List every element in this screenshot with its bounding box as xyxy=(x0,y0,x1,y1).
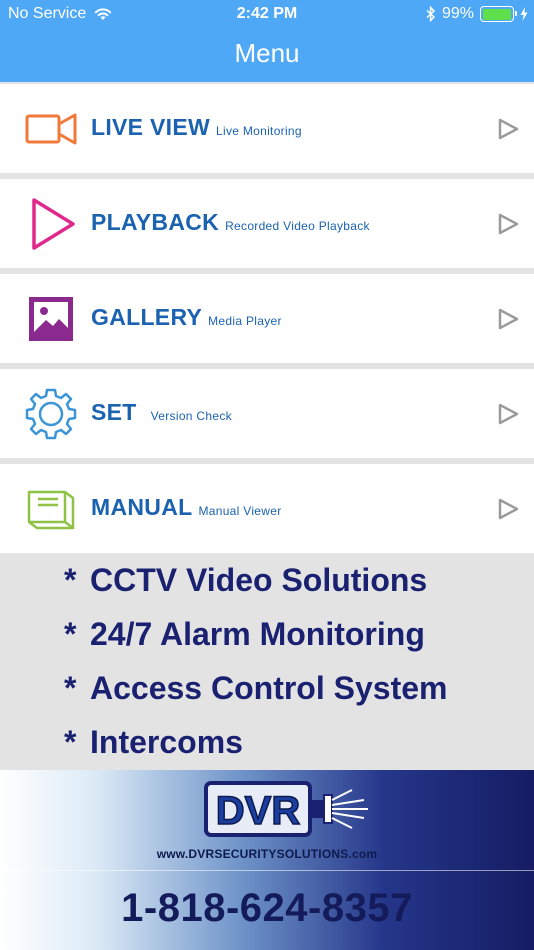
play-arrow-icon xyxy=(498,118,519,140)
menu-item-manual[interactable]: MANUAL Manual Viewer xyxy=(0,464,534,553)
menu-item-label: GALLERY Media Player xyxy=(91,304,282,331)
service-item: * CCTV Video Solutions xyxy=(64,562,428,598)
battery-percent: 99% xyxy=(441,5,474,22)
play-arrow-icon xyxy=(498,403,519,425)
video-camera-icon xyxy=(25,113,77,145)
menu-item-subtitle: Manual Viewer xyxy=(198,504,282,518)
service-item: * Intercoms xyxy=(64,724,243,760)
gear-icon xyxy=(25,388,77,440)
services-panel: * CCTV Video Solutions * 24/7 Alarm Monito… xyxy=(0,556,534,770)
dvr-logo: DVR xyxy=(204,781,368,837)
menu-item-title: LIVE VIEW xyxy=(91,114,210,140)
menu-item-label: LIVE VIEW Live Monitoring xyxy=(91,114,302,141)
status-right: 99% xyxy=(426,5,528,23)
play-icon xyxy=(32,198,75,250)
menu-item-subtitle: Recorded Video Playback xyxy=(225,219,370,233)
menu-item-set[interactable]: SET Version Check xyxy=(0,369,534,458)
battery-icon xyxy=(480,6,517,22)
charging-bolt-icon xyxy=(520,7,528,21)
menu-list: LIVE VIEW Live Monitoring PLAYBACK Recorde… xyxy=(0,84,534,559)
menu-item-label: PLAYBACK Recorded Video Playback xyxy=(91,209,370,236)
menu-item-title: SET xyxy=(91,399,137,425)
service-text: Access Control System xyxy=(90,670,448,706)
service-item: * Access Control System xyxy=(64,670,448,706)
banner-divider xyxy=(0,870,534,871)
app-header: No Service 2:42 PM 99% Menu xyxy=(0,0,534,82)
service-text: CCTV Video Solutions xyxy=(90,562,428,598)
play-arrow-icon xyxy=(498,213,519,235)
menu-item-playback[interactable]: PLAYBACK Recorded Video Playback xyxy=(0,179,534,268)
menu-item-gallery[interactable]: GALLERY Media Player xyxy=(0,274,534,363)
menu-item-subtitle: Live Monitoring xyxy=(216,124,302,138)
gallery-image-icon xyxy=(29,297,73,341)
play-arrow-icon xyxy=(498,308,519,330)
play-arrow-icon xyxy=(498,498,519,520)
company-banner[interactable]: DVR www.DVRSECURITYSOLUTIONS.com 1-818-6… xyxy=(0,770,534,950)
service-text: 24/7 Alarm Monitoring xyxy=(90,616,425,652)
service-text: Intercoms xyxy=(90,724,243,760)
page-title: Menu xyxy=(234,38,300,68)
menu-item-live-view[interactable]: LIVE VIEW Live Monitoring xyxy=(0,84,534,173)
menu-item-title: MANUAL xyxy=(91,494,193,520)
menu-item-label: SET Version Check xyxy=(91,399,232,426)
battery-fill xyxy=(482,8,512,20)
service-item: * 24/7 Alarm Monitoring xyxy=(64,616,425,652)
phone-number[interactable]: 1-818-624-8357 xyxy=(0,886,534,931)
menu-item-subtitle: Version Check xyxy=(150,409,232,423)
menu-item-subtitle: Media Player xyxy=(208,314,282,328)
book-icon xyxy=(27,490,75,530)
website-link[interactable]: www.DVRSECURITYSOLUTIONS.com xyxy=(0,847,534,861)
bluetooth-icon xyxy=(426,6,436,22)
status-bar: No Service 2:42 PM 99% xyxy=(0,0,534,28)
menu-item-label: MANUAL Manual Viewer xyxy=(91,494,282,521)
menu-item-title: PLAYBACK xyxy=(91,209,220,235)
logo-text: DVR xyxy=(216,789,301,833)
menu-item-title: GALLERY xyxy=(91,304,203,330)
